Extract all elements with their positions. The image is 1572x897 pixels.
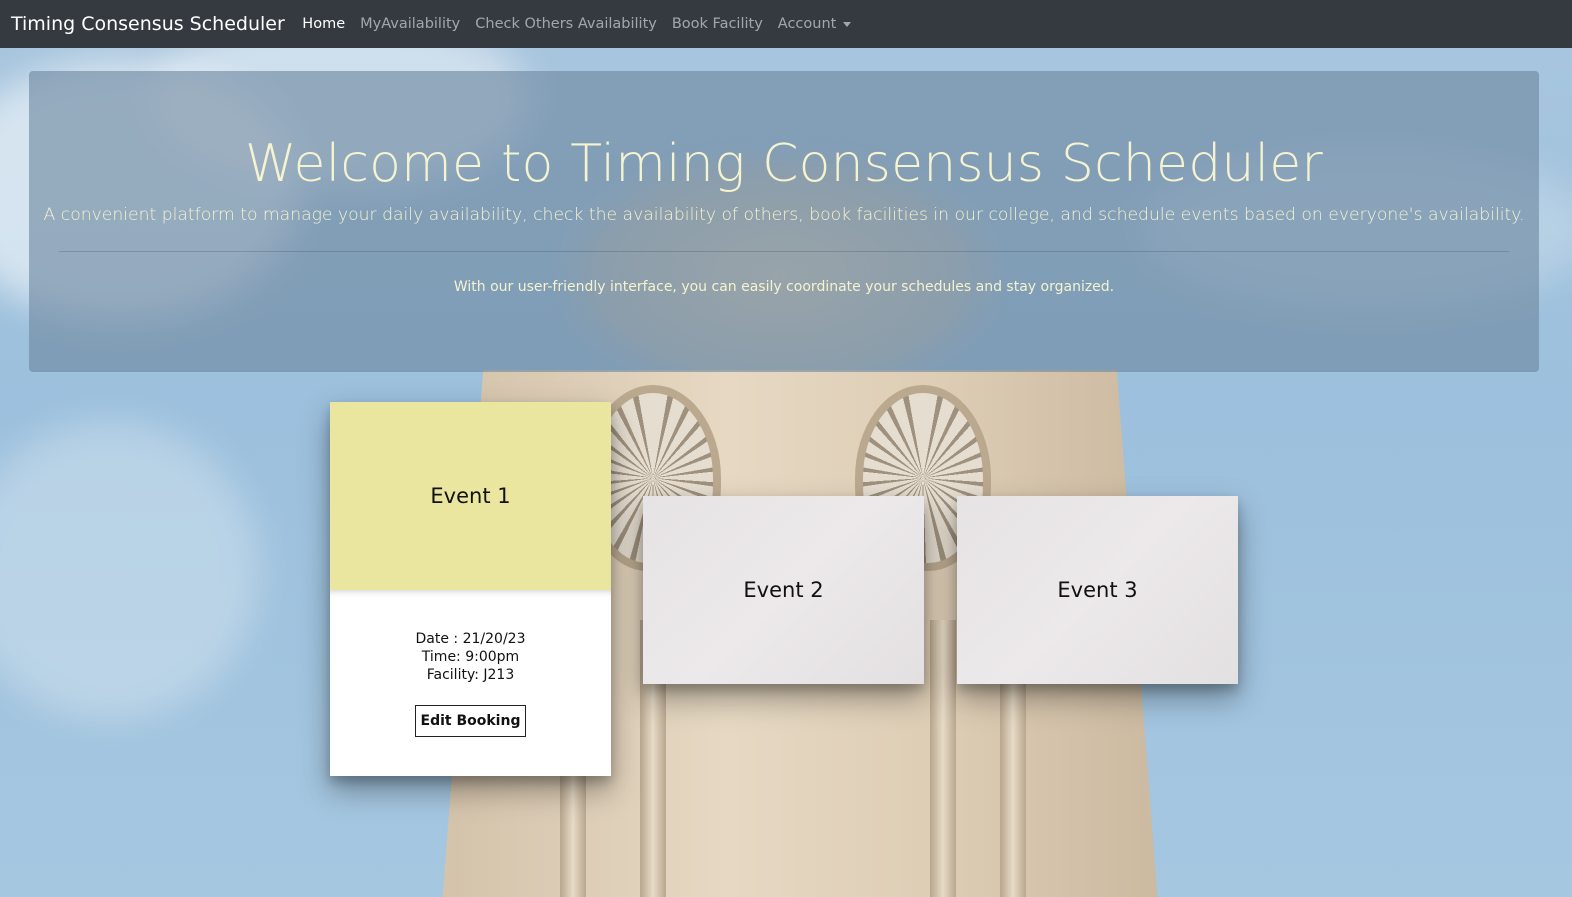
navbar-brand[interactable]: Timing Consensus Scheduler [11,13,285,35]
edit-booking-button[interactable]: Edit Booking [414,705,527,737]
welcome-jumbotron: Welcome to Timing Consensus Scheduler A … [29,71,1539,372]
nav-link-my-availability[interactable]: MyAvailability [353,16,468,32]
intro-text: With our user-friendly interface, you ca… [453,279,1115,295]
cloud-shape [0,420,260,720]
tower-column [930,620,956,897]
nav-dropdown-account[interactable]: Account [770,16,859,32]
event-card-2[interactable]: Event 2 [643,496,924,684]
nav-link-book-facility[interactable]: Book Facility [664,16,770,32]
event-card-3[interactable]: Event 3 [957,496,1238,684]
event-card-title: Event 1 [330,402,611,590]
nav-dropdown-account-label: Account [777,16,837,32]
divider [59,251,1509,252]
event-card-title: Event 2 [643,496,924,684]
nav-link-check-others-availability[interactable]: Check Others Availability [468,16,665,32]
event-details-panel: Date : 21/20/23 Time: 9:00pm Facility: J… [330,590,611,776]
event-time: Time: 9:00pm [421,649,520,665]
lead-description: A convenient platform to manage your dai… [43,205,1525,225]
page-title: Welcome to Timing Consensus Scheduler [244,134,1324,194]
event-facility: Facility: J213 [426,667,515,683]
event-card-title: Event 3 [957,496,1238,684]
top-navbar: Timing Consensus Scheduler Home MyAvaila… [0,0,1572,48]
event-card-1[interactable]: Event 1 Date : 21/20/23 Time: 9:00pm Fac… [330,402,611,776]
caret-down-icon [843,21,852,27]
event-date: Date : 21/20/23 [415,631,526,647]
nav-link-home[interactable]: Home [295,16,353,32]
